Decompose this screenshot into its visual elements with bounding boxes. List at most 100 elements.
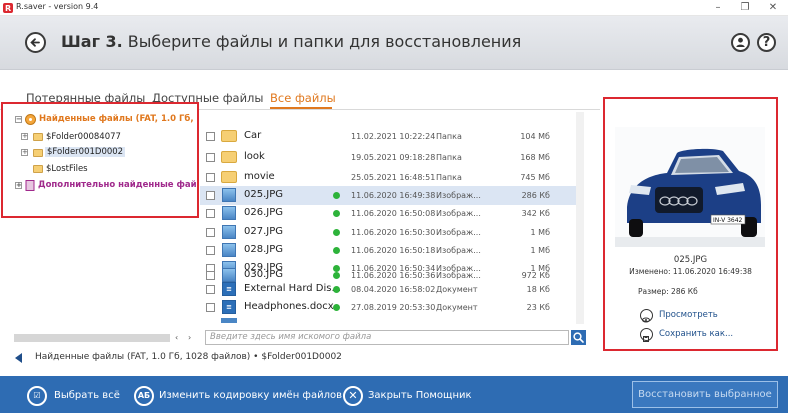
row-checkbox[interactable] — [206, 153, 215, 162]
image-icon — [222, 225, 236, 239]
preview-save-as-button[interactable]: Сохранить как... — [659, 329, 733, 339]
maximize-icon[interactable]: ❐ — [738, 1, 752, 14]
file-row[interactable]: Car 11.02.2021 10:22:24 Папка 104 Мб — [200, 127, 584, 146]
preview-panel: IN-V 3642 025.JPG Изменено: 11.06.2020 1… — [603, 97, 778, 351]
folder-icon — [33, 133, 43, 141]
tree-extra-label: Дополнительно найденные файлы — [38, 180, 199, 190]
file-name: 030.JPG — [244, 269, 283, 280]
expand-icon[interactable]: + — [15, 182, 22, 189]
file-date: 11.02.2021 10:22:24 — [351, 132, 436, 141]
help-button[interactable]: ? — [757, 33, 776, 52]
row-checkbox[interactable] — [206, 271, 215, 280]
file-row[interactable]: look 19.05.2021 09:18:28 Папка 168 Мб — [200, 148, 584, 167]
tree-horizontal-scrollbar[interactable] — [14, 334, 170, 342]
file-name: External Hard Dis... — [244, 283, 342, 294]
file-name: 028.JPG — [244, 244, 283, 255]
file-date: 11.06.2020 16:50:18 — [351, 246, 436, 255]
file-date: 27.08.2019 20:53:30 — [351, 303, 436, 312]
status-dot-icon — [333, 229, 340, 236]
license-plate-text: IN-V 3642 — [713, 217, 743, 224]
folder-icon — [33, 165, 43, 173]
preview-filename: 025.JPG — [673, 255, 708, 265]
file-row[interactable]: ≡ External Hard Dis... 08.04.2020 16:58:… — [200, 280, 584, 299]
file-type: Изображ... — [436, 191, 481, 200]
row-checkbox[interactable] — [206, 228, 215, 237]
title-bar: R R.saver - version 9.4 – ❐ ✕ — [0, 0, 788, 16]
tree-root-label: Найденные файлы (FAT, 1.0 Гб, 1028 фа — [39, 114, 197, 124]
user-icon — [736, 37, 745, 47]
file-type: Папка — [436, 132, 462, 141]
image-icon — [222, 206, 236, 220]
preview-modified: Изменено: 11.06.2020 16:49:38 — [629, 267, 752, 276]
document-icon: ≡ — [222, 300, 236, 314]
app-logo-icon: R — [3, 3, 13, 13]
account-button[interactable] — [731, 33, 750, 52]
file-size: 1 Мб — [530, 246, 550, 255]
collapse-icon[interactable]: − — [15, 116, 22, 123]
folder-icon — [221, 151, 237, 163]
status-dot-icon — [333, 247, 340, 254]
minimize-icon[interactable]: – — [711, 1, 725, 14]
scroll-left-icon[interactable]: ‹ — [175, 333, 178, 342]
preview-view-button[interactable]: Просмотреть — [659, 310, 718, 320]
scroll-right-icon[interactable]: › — [188, 333, 191, 342]
close-icon[interactable]: ✕ — [766, 1, 780, 14]
encoding-icon: АБ — [134, 386, 154, 406]
back-button[interactable] — [25, 32, 46, 53]
file-size: 23 Кб — [526, 303, 550, 312]
row-checkbox[interactable] — [206, 285, 215, 294]
change-encoding-label: Изменить кодировку имён файлов — [159, 390, 342, 401]
file-date: 11.06.2020 16:50:30 — [351, 228, 436, 237]
row-checkbox[interactable] — [206, 246, 215, 255]
row-checkbox[interactable] — [206, 209, 215, 218]
file-name: look — [244, 151, 265, 162]
search-input[interactable]: Введите здесь имя искомого файла — [205, 330, 569, 345]
file-name: 025.JPG — [244, 189, 283, 200]
file-name: movie — [244, 171, 275, 182]
file-size: 168 Мб — [520, 153, 550, 162]
file-type: Изображ... — [436, 246, 481, 255]
image-icon — [222, 243, 236, 257]
file-row-selected[interactable]: 025.JPG 11.06.2020 16:49:38 Изображ... 2… — [200, 186, 584, 205]
file-row[interactable]: 027.JPG 11.06.2020 16:50:30 Изображ... 1… — [200, 223, 584, 242]
file-type: Изображ... — [436, 271, 481, 280]
page-title: Шаг 3. Выберите файлы и папки для восста… — [61, 32, 521, 51]
close-wizard-label: Закрыть Помощник — [368, 390, 472, 401]
arrow-left-icon — [30, 38, 40, 47]
status-dot-icon — [333, 272, 340, 279]
search-button[interactable] — [571, 330, 586, 345]
tree-item-label: $LostFiles — [46, 164, 88, 174]
row-checkbox[interactable] — [206, 191, 215, 200]
file-list-scrollbar[interactable] — [576, 112, 584, 324]
folder-tree: − Найденные файлы (FAT, 1.0 Гб, 1028 фа … — [1, 102, 199, 218]
file-date: 25.05.2021 16:48:51 — [351, 173, 436, 182]
file-type: Изображ... — [436, 228, 481, 237]
file-size: 1 Мб — [530, 228, 550, 237]
file-row[interactable]: ≡ Headphones.docx 27.08.2019 20:53:30 До… — [200, 298, 584, 317]
file-date: 19.05.2021 09:18:28 — [351, 153, 436, 162]
search-icon — [573, 332, 584, 343]
file-date: 11.06.2020 16:50:08 — [351, 209, 436, 218]
disk-icon — [25, 114, 36, 125]
close-circle-icon: ✕ — [343, 386, 363, 406]
row-checkbox[interactable] — [206, 132, 215, 141]
checkbox-icon: ☑ — [27, 386, 47, 406]
expand-icon[interactable]: + — [21, 149, 28, 156]
row-checkbox[interactable] — [206, 173, 215, 182]
expand-icon[interactable]: + — [21, 133, 28, 140]
restore-selected-button[interactable]: Восстановить выбранное — [632, 381, 778, 408]
breadcrumb: Найденные файлы (FAT, 1.0 Гб, 1028 файло… — [35, 352, 342, 362]
eye-icon — [640, 309, 653, 323]
document-icon: ≡ — [222, 282, 236, 296]
file-size: 286 Кб — [521, 191, 550, 200]
file-size: 342 Кб — [521, 209, 550, 218]
tab-all-files[interactable]: Все файлы — [270, 91, 336, 105]
file-row[interactable]: movie 25.05.2021 16:48:51 Папка 745 Мб — [200, 168, 584, 187]
file-row[interactable]: 026.JPG 11.06.2020 16:50:08 Изображ... 3… — [200, 204, 584, 223]
file-size: 745 Мб — [520, 173, 550, 182]
row-checkbox[interactable] — [206, 303, 215, 312]
breadcrumb-back-icon[interactable] — [15, 353, 22, 363]
tree-item-label: $Folder001D0002 — [45, 147, 126, 157]
status-dot-icon — [333, 210, 340, 217]
file-row[interactable]: 028.JPG 11.06.2020 16:50:18 Изображ... 1… — [200, 241, 584, 260]
